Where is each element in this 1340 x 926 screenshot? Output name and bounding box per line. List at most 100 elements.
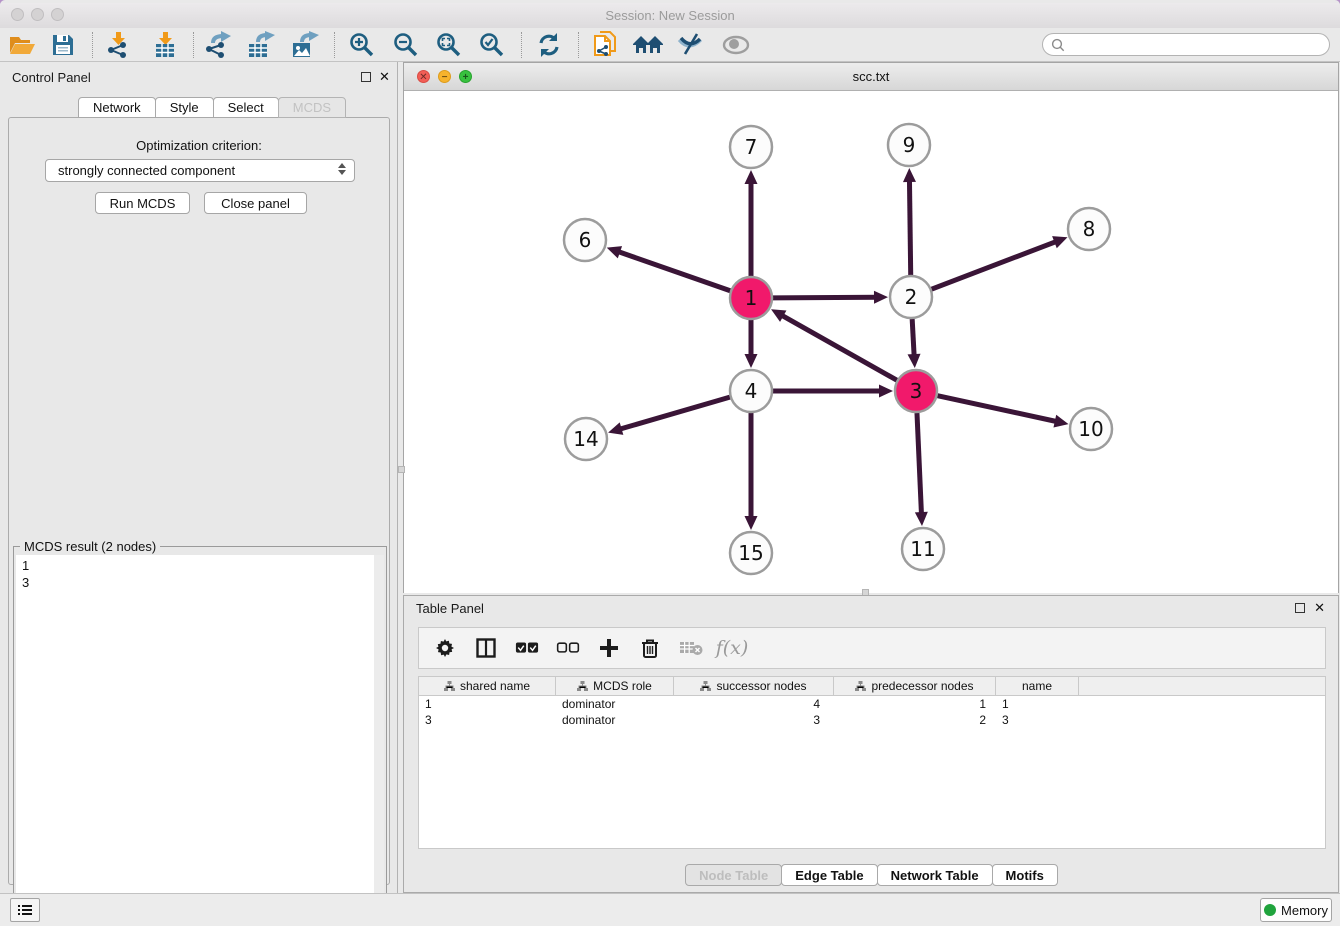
memory-button[interactable]: Memory	[1260, 898, 1332, 922]
zoom-in-icon[interactable]	[346, 31, 378, 59]
export-network-icon[interactable]	[202, 31, 234, 59]
optimization-criterion-label: Optimization criterion:	[9, 138, 389, 153]
mcds-result-legend: MCDS result (2 nodes)	[20, 539, 160, 554]
control-panel-title: Control Panel	[12, 70, 91, 85]
refresh-layout-icon[interactable]	[533, 31, 565, 59]
graph-node-label: 6	[579, 228, 592, 252]
splitter-knob-vertical[interactable]	[398, 466, 405, 473]
export-table-icon[interactable]	[245, 31, 277, 59]
column-header-predecessor-nodes[interactable]: predecessor nodes	[834, 677, 996, 695]
graph-node-label: 3	[910, 379, 923, 403]
tab-motifs[interactable]: Motifs	[992, 864, 1058, 886]
toolbar-separator	[92, 32, 93, 58]
tab-network-table[interactable]: Network Table	[877, 864, 993, 886]
graph-node-label: 14	[573, 427, 598, 451]
column-header-shared-name[interactable]: shared name	[419, 677, 556, 695]
task-history-button[interactable]	[10, 898, 40, 922]
tab-mcds[interactable]: MCDS	[278, 97, 346, 118]
tab-node-table[interactable]: Node Table	[685, 864, 782, 886]
run-mcds-button[interactable]: Run MCDS	[95, 192, 190, 214]
graph-edge-arrowhead	[745, 516, 758, 530]
delete-table-icon	[679, 636, 703, 660]
graph-node-label: 7	[745, 135, 758, 159]
window-title: Session: New Session	[0, 8, 1340, 23]
graph-node-label: 9	[903, 133, 916, 157]
close-panel-icon[interactable]: ✕	[379, 72, 390, 82]
graph-edge[interactable]	[917, 413, 922, 516]
tab-select[interactable]: Select	[213, 97, 279, 118]
function-builder-icon: f(x)	[720, 636, 744, 660]
houses-icon[interactable]	[632, 31, 664, 59]
float-panel-icon[interactable]	[361, 72, 371, 82]
network-canvas[interactable]: 7968124314101511	[404, 91, 1338, 593]
criterion-value: strongly connected component	[58, 163, 235, 178]
graph-edge-arrowhead	[607, 246, 622, 258]
graph-node-label: 10	[1078, 417, 1103, 441]
select-all-columns-icon[interactable]	[515, 636, 539, 660]
column-header-mcds-role[interactable]: MCDS role	[556, 677, 674, 695]
table-panel-title: Table Panel	[416, 601, 484, 616]
graph-node-label: 8	[1083, 217, 1096, 241]
tab-network[interactable]: Network	[78, 97, 156, 118]
result-scrollbar[interactable]	[374, 555, 384, 925]
graph-edge-arrowhead	[908, 354, 921, 368]
tab-style[interactable]: Style	[155, 97, 214, 118]
graph-edge[interactable]	[932, 241, 1059, 289]
memory-status-icon	[1264, 904, 1276, 916]
graph-edge-arrowhead	[1053, 415, 1068, 428]
toolbar-separator	[521, 32, 522, 58]
graph-edge[interactable]	[618, 397, 730, 430]
tab-edge-table[interactable]: Edge Table	[781, 864, 877, 886]
graph-edge-arrowhead	[608, 422, 623, 434]
graph-edge[interactable]	[780, 314, 897, 380]
graph-edge[interactable]	[616, 251, 730, 291]
status-bar: Memory	[0, 893, 1340, 926]
graph-edge-arrowhead	[915, 512, 928, 526]
graph-edge[interactable]	[909, 178, 910, 275]
graph-edge-arrowhead	[874, 291, 888, 304]
gear-icon[interactable]	[433, 636, 457, 660]
table-row[interactable]: 3 dominator 3 2 3	[419, 712, 1325, 728]
delete-column-icon[interactable]	[638, 636, 662, 660]
split-pane-icon[interactable]	[474, 636, 498, 660]
mcds-result-text[interactable]: 1 3	[16, 555, 374, 925]
hide-graphics-details-icon[interactable]	[675, 31, 707, 59]
table-row[interactable]: 1 dominator 4 1 1	[419, 696, 1325, 712]
column-header-name[interactable]: name	[996, 677, 1079, 695]
add-column-icon[interactable]	[597, 636, 621, 660]
zoom-selected-icon[interactable]	[476, 31, 508, 59]
search-input[interactable]	[1065, 38, 1329, 52]
table-tabs: Node Table Edge Table Network Table Moti…	[404, 864, 1338, 886]
graph-node-label: 4	[745, 379, 758, 403]
graph-edge[interactable]	[912, 319, 914, 358]
close-table-panel-icon[interactable]: ✕	[1314, 603, 1325, 613]
import-table-icon[interactable]	[149, 31, 181, 59]
zoom-fit-icon[interactable]	[433, 31, 465, 59]
export-image-icon[interactable]	[289, 31, 321, 59]
criterion-select[interactable]: strongly connected component	[45, 159, 355, 182]
search-box[interactable]	[1042, 33, 1330, 56]
network-window-titlebar[interactable]: ✕ − + scc.txt	[404, 63, 1338, 91]
chevron-updown-icon	[338, 163, 346, 175]
float-table-panel-icon[interactable]	[1295, 603, 1305, 613]
column-header-successor-nodes[interactable]: successor nodes	[674, 677, 834, 695]
close-panel-button[interactable]: Close panel	[204, 192, 307, 214]
network-graph[interactable]: 7968124314101511	[404, 91, 1338, 593]
deselect-all-columns-icon[interactable]	[556, 636, 580, 660]
duplicate-network-icon[interactable]	[589, 31, 621, 59]
application-window: Session: New Session	[0, 0, 1340, 926]
toolbar-separator	[334, 32, 335, 58]
graph-edge[interactable]	[937, 396, 1058, 422]
control-panel: Control Panel ✕ Network Style Select MCD…	[0, 62, 398, 893]
toolbar-separator	[578, 32, 579, 58]
open-session-icon[interactable]	[6, 31, 38, 59]
control-panel-tabs: Network Style Select MCDS	[78, 97, 345, 118]
zoom-out-icon[interactable]	[390, 31, 422, 59]
graph-edge[interactable]	[773, 297, 878, 298]
table-panel: Table Panel ✕ f(x)	[403, 595, 1339, 893]
save-session-icon[interactable]	[47, 31, 79, 59]
sitemap-icon	[577, 681, 588, 691]
graph-node-label: 15	[738, 541, 763, 565]
import-network-icon[interactable]	[102, 31, 134, 59]
title-bar: Session: New Session	[0, 3, 1340, 28]
